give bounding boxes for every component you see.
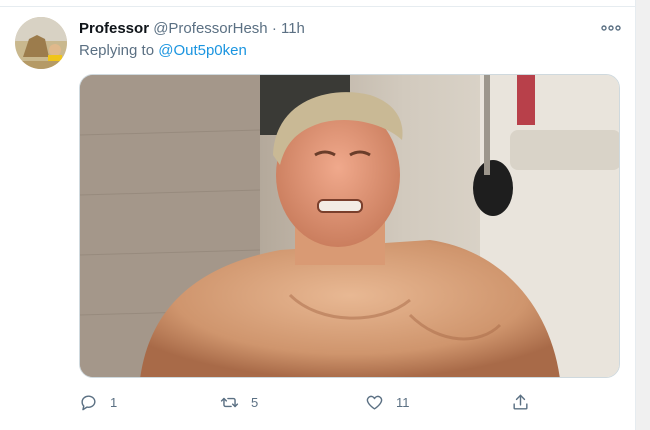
mention-link[interactable]: @Out5p0ken <box>158 42 247 59</box>
retweet-count: 5 <box>251 394 259 410</box>
retweet-button[interactable]: 5 <box>220 391 258 413</box>
like-button[interactable]: 11 <box>365 391 410 413</box>
divider <box>0 6 636 7</box>
replying-to: Replying to @Out5p0ken <box>79 41 247 61</box>
separator-dot: · <box>271 20 277 37</box>
share-button[interactable] <box>511 391 530 413</box>
reply-count: 1 <box>110 394 118 410</box>
heart-icon <box>366 395 383 410</box>
reply-button[interactable]: 1 <box>79 391 117 413</box>
like-count: 11 <box>396 394 410 410</box>
display-name[interactable]: Professor <box>79 20 149 37</box>
avatar[interactable] <box>15 17 67 69</box>
retweet-icon <box>220 397 239 407</box>
tweet-header: Professor @ProfessorHesh · 11h <box>79 19 305 39</box>
tweet-actions: 1 5 11 <box>79 391 559 413</box>
tweet-card[interactable]: Professor @ProfessorHesh · 11h Replying … <box>0 0 636 430</box>
more-options-icon[interactable] <box>600 20 622 36</box>
share-icon <box>513 394 528 410</box>
reply-icon <box>81 394 96 410</box>
timestamp[interactable]: 11h <box>281 20 305 37</box>
user-handle[interactable]: @ProfessorHesh <box>153 20 267 37</box>
tweet-media-image[interactable] <box>79 74 620 378</box>
replying-label: Replying to <box>79 42 159 59</box>
